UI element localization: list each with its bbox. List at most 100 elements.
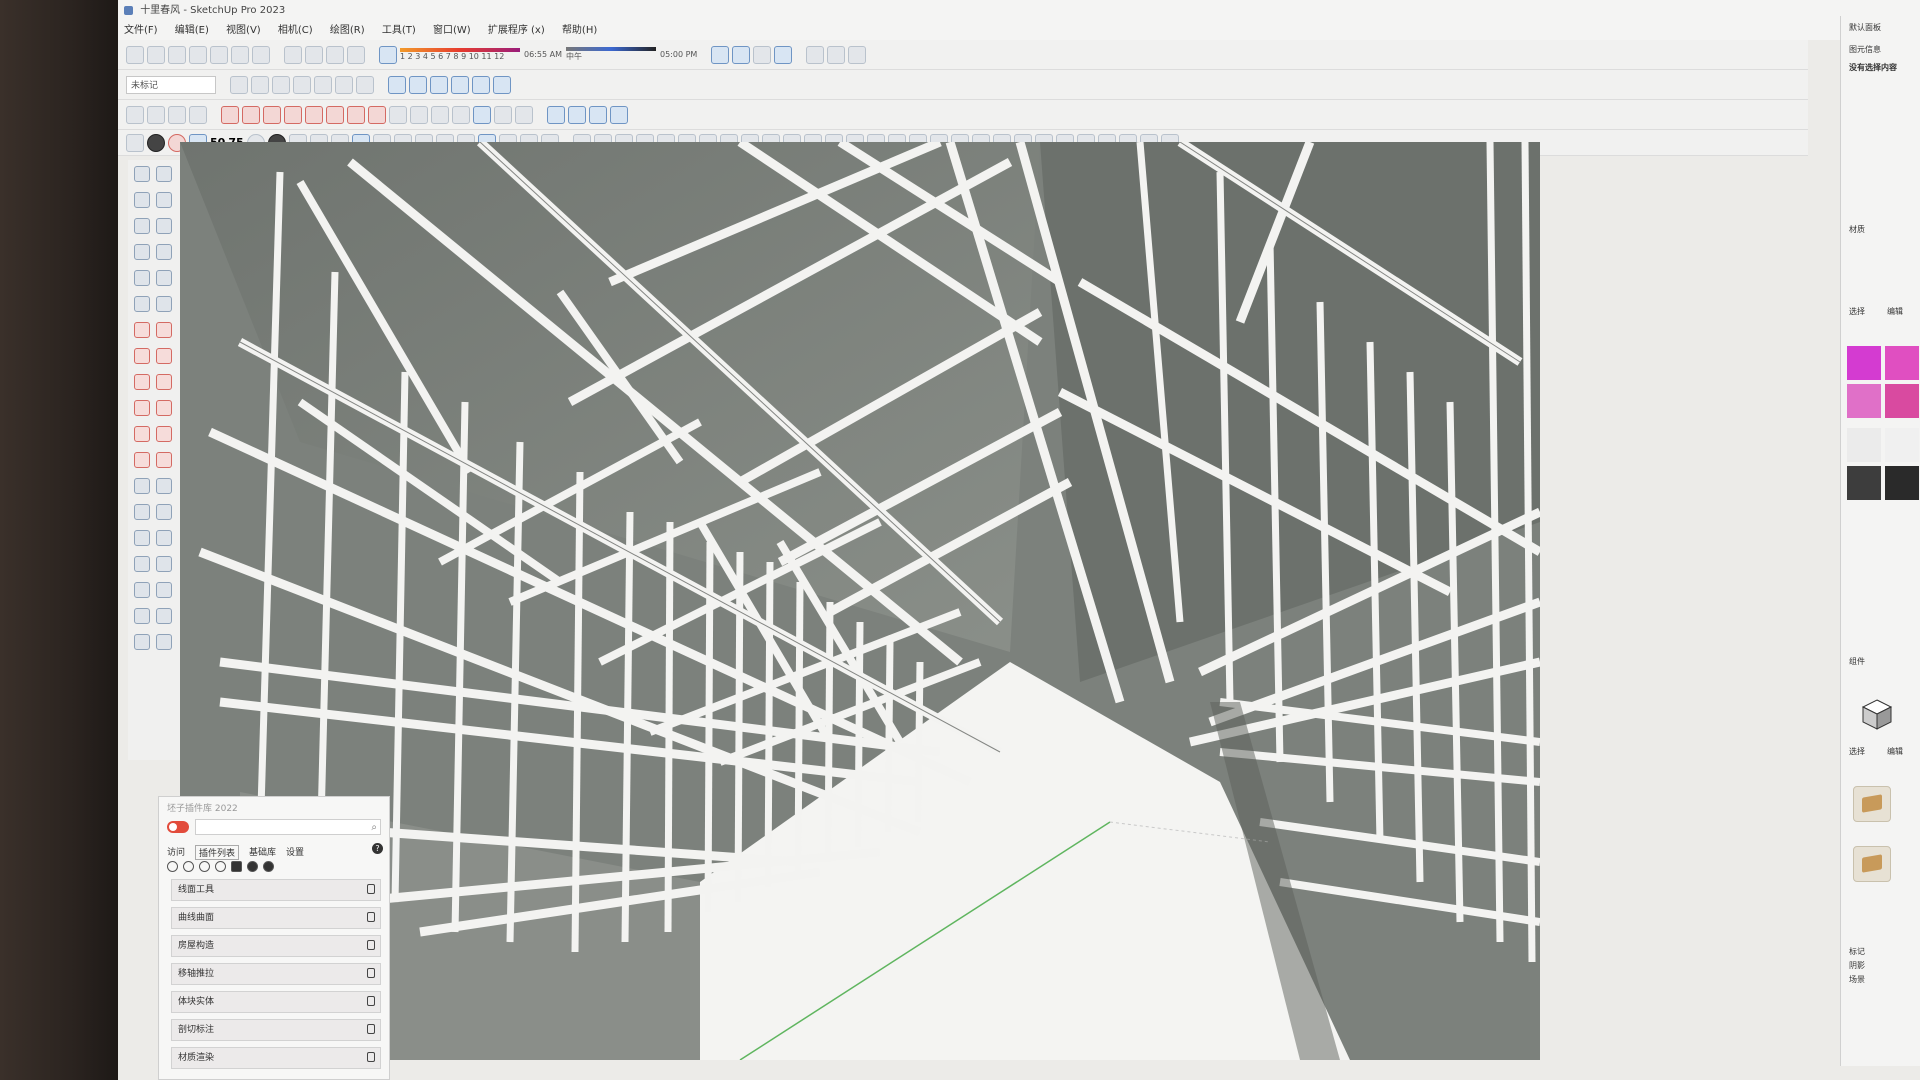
front-view-icon[interactable] [272, 75, 290, 94]
material-swatch[interactable] [1885, 466, 1919, 500]
menu-view[interactable]: 视图(V) [226, 22, 261, 40]
menu-draw[interactable]: 绘图(R) [330, 22, 365, 40]
move-icon[interactable] [221, 105, 239, 124]
top-view-icon[interactable] [251, 75, 269, 94]
sync-icon[interactable] [215, 861, 226, 872]
zoom-extents-2-icon[interactable] [452, 105, 470, 124]
shadows-toggle-icon[interactable] [379, 45, 397, 64]
plugin-item[interactable]: 剖切标注 [171, 1019, 381, 1041]
right-view-icon[interactable] [293, 75, 311, 94]
plugin-item[interactable]: 体块实体 [171, 991, 381, 1013]
section-plane-icon[interactable] [806, 45, 825, 64]
plugin-item[interactable]: 线面工具 [171, 879, 381, 901]
orbit-tool-icon[interactable] [134, 478, 150, 494]
flip-tool-icon[interactable] [156, 634, 172, 650]
previous-tool-icon[interactable] [156, 530, 172, 546]
shadows-header[interactable]: 阴影 [1849, 960, 1865, 971]
print-icon[interactable] [326, 45, 344, 64]
erase-icon[interactable] [252, 45, 270, 64]
open-icon[interactable] [147, 45, 165, 64]
back-view-icon[interactable] [314, 75, 332, 94]
plugin-item[interactable]: 材质渲染 [171, 1047, 381, 1069]
stamp-icon[interactable] [568, 105, 586, 124]
look-around-icon[interactable] [515, 105, 533, 124]
scenes-header[interactable]: 场景 [1849, 974, 1865, 985]
section-display-icon[interactable] [827, 45, 846, 64]
record-icon[interactable] [247, 861, 258, 872]
plugin-item[interactable]: 曲线曲面 [171, 907, 381, 929]
tape-tool-icon[interactable] [134, 400, 150, 416]
follow-me-tool-icon[interactable] [134, 374, 150, 390]
position-camera-icon[interactable] [473, 105, 491, 124]
offset-tool-icon[interactable] [156, 374, 172, 390]
line-tool-icon[interactable] [134, 218, 150, 234]
lock-icon[interactable] [367, 1052, 375, 1062]
help-icon[interactable]: ? [372, 843, 383, 854]
lock-icon[interactable] [367, 1024, 375, 1034]
tab-base-library[interactable]: 基础库 [249, 845, 276, 860]
pan-tool-icon[interactable] [156, 478, 172, 494]
menu-help[interactable]: 帮助(H) [562, 22, 597, 40]
3d-text-tool-icon[interactable] [156, 452, 172, 468]
rotate-icon[interactable] [263, 105, 281, 124]
tape-measure-icon[interactable] [347, 105, 365, 124]
eraser-icon[interactable] [189, 105, 207, 124]
paint-bucket-icon[interactable] [168, 105, 186, 124]
menu-file[interactable]: 文件(F) [124, 22, 158, 40]
hidden-line-icon[interactable] [430, 75, 448, 94]
new-icon[interactable] [126, 45, 144, 64]
scale-tool-icon[interactable] [156, 348, 172, 364]
plugin-item[interactable]: 房屋构造 [171, 935, 381, 957]
walk-tool-icon[interactable] [156, 556, 172, 572]
zoom-icon[interactable] [431, 105, 449, 124]
entity-info-header[interactable]: 图元信息 [1849, 44, 1881, 55]
component-icon[interactable] [147, 105, 165, 124]
text-tool-icon[interactable] [156, 426, 172, 442]
zoom-window-tool-icon[interactable] [156, 504, 172, 520]
zoom-tool-icon[interactable] [134, 504, 150, 520]
offset-icon[interactable] [326, 105, 344, 124]
sandbox-tool-icon[interactable] [134, 608, 150, 624]
plugin-toggle[interactable] [167, 821, 189, 833]
lock-icon[interactable] [367, 940, 375, 950]
folder-open-icon[interactable] [231, 861, 242, 872]
material-swatch[interactable] [1847, 346, 1881, 380]
orbit-icon[interactable] [389, 105, 407, 124]
axes-tool-icon[interactable] [134, 452, 150, 468]
cut-icon[interactable] [189, 45, 207, 64]
drape-tool-icon[interactable] [134, 634, 150, 650]
section-cut-icon[interactable] [848, 45, 867, 64]
menu-tools[interactable]: 工具(T) [382, 22, 416, 40]
menu-camera[interactable]: 相机(C) [278, 22, 313, 40]
drape-icon[interactable] [589, 105, 607, 124]
position-camera-tool-icon[interactable] [134, 556, 150, 572]
lock-icon[interactable] [367, 912, 375, 922]
monochrome-icon[interactable] [493, 75, 511, 94]
iso-view-icon[interactable] [230, 75, 248, 94]
components-header[interactable]: 组件 [1849, 656, 1865, 667]
freehand-tool-icon[interactable] [156, 218, 172, 234]
sun-time-slider[interactable] [565, 47, 656, 51]
polygon-tool-icon[interactable] [156, 270, 172, 286]
component-folder-icon[interactable] [1853, 846, 1891, 882]
stamp-tool-icon[interactable] [156, 608, 172, 624]
wireframe-icon[interactable] [409, 75, 427, 94]
record-2-icon[interactable] [263, 861, 274, 872]
material-swatch[interactable] [1847, 428, 1881, 462]
circle-tool-icon[interactable] [134, 270, 150, 286]
copy-icon[interactable] [210, 45, 228, 64]
dimension-icon[interactable] [368, 105, 386, 124]
scale-icon[interactable] [305, 105, 323, 124]
model-info-icon[interactable] [347, 45, 365, 64]
gear-icon[interactable] [147, 133, 165, 152]
undo-icon[interactable] [284, 45, 302, 64]
pan-icon[interactable] [410, 105, 428, 124]
arc-tool-icon[interactable] [134, 296, 150, 312]
warehouse-icon[interactable] [753, 45, 772, 64]
shaded-icon[interactable] [451, 75, 469, 94]
extension-icon[interactable] [774, 45, 793, 64]
plugin-search-input[interactable]: ⌕ [195, 819, 381, 835]
dimension-tool-icon[interactable] [134, 426, 150, 442]
eraser-tool-icon[interactable] [156, 192, 172, 208]
tags-header[interactable]: 标记 [1849, 946, 1865, 957]
